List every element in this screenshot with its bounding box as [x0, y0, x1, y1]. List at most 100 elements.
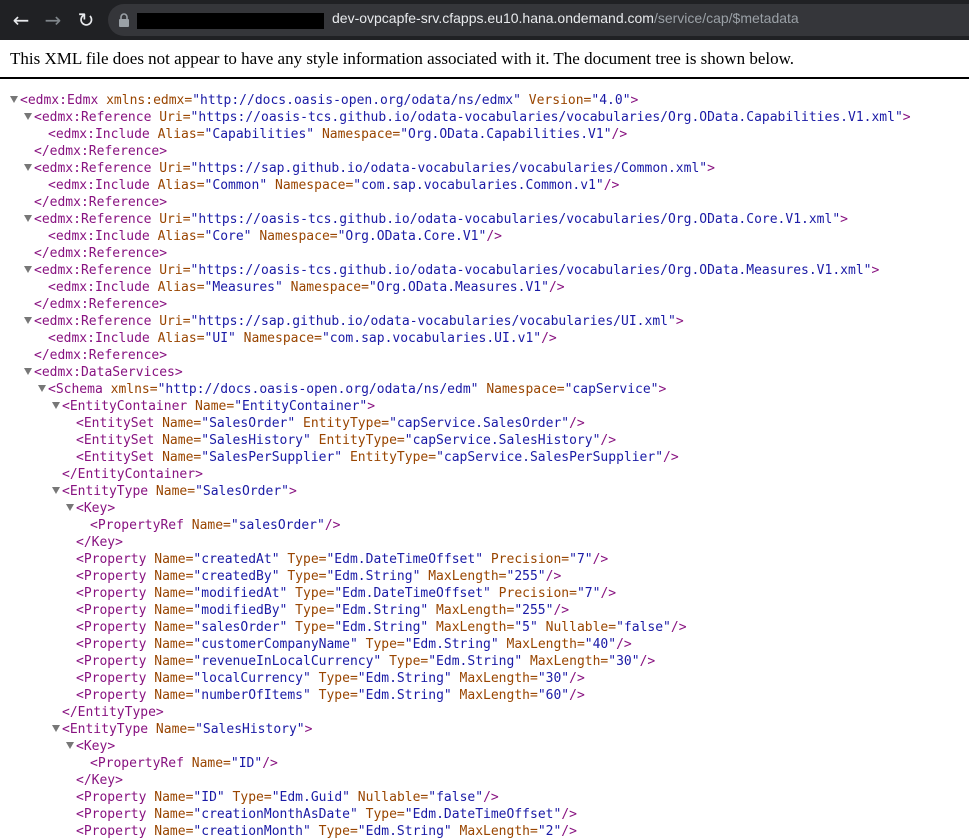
xml-tag-end: /> [553, 603, 570, 618]
collapse-triangle-icon[interactable] [24, 317, 32, 324]
collapse-triangle-icon[interactable] [24, 164, 32, 171]
xml-tag-end: /> [639, 654, 656, 669]
xml-tag-name: <PropertyRef [90, 756, 184, 771]
xml-tag-end: > [159, 297, 168, 312]
xml-line: <Property Name="numberOfItems" Type="Edm… [0, 687, 969, 704]
xml-line: </edmx:Reference> [0, 347, 969, 364]
back-arrow-icon[interactable]: ← [9, 8, 33, 32]
xml-attr-value: "Org.OData.Core.V1" [337, 229, 487, 244]
xml-attr-name: Type= [224, 790, 272, 805]
xml-attr-name: Type= [310, 824, 358, 839]
xml-line: <EntitySet Name="SalesPerSupplier" Entit… [0, 449, 969, 466]
collapse-triangle-icon[interactable] [66, 742, 74, 749]
collapse-triangle-icon[interactable] [24, 266, 32, 273]
xml-line: </Key> [0, 534, 969, 551]
xml-attr-value: "4.0" [591, 93, 631, 108]
xml-tag-end: > [630, 93, 639, 108]
xml-attr-name: xmlns:edmx= [98, 93, 193, 108]
xml-tag-end: /> [670, 620, 687, 635]
xml-line: <Property Name="salesOrder" Type="Edm.St… [0, 619, 969, 636]
lock-icon[interactable] [118, 13, 130, 27]
xml-tag-end: > [840, 212, 848, 227]
xml-attr-name: MaxLength= [451, 824, 538, 839]
xml-attr-value: "SalesPerSupplier" [201, 450, 343, 465]
collapse-triangle-icon[interactable] [52, 402, 60, 409]
xml-line: <Schema xmlns="http://docs.oasis-open.or… [0, 381, 969, 398]
xml-tag-name: <edmx:Include [48, 280, 150, 295]
xml-attr-value: "Edm.String" [428, 654, 523, 669]
xml-tag-name: <EntitySet [76, 450, 155, 465]
xml-attr-name: Namespace= [314, 127, 401, 142]
xml-attr-name: Uri= [151, 212, 191, 227]
xml-attr-value: "https://sap.github.io/odata-vocabularie… [190, 161, 708, 176]
xml-attr-name: Type= [357, 637, 405, 652]
xml-attr-name: Type= [310, 671, 358, 686]
xml-tag-name: <Property [76, 569, 147, 584]
xml-tag-name: <edmx:Reference [34, 212, 152, 227]
xml-attr-value: "Edm.DateTimeOffset" [404, 807, 562, 822]
xml-tag-name: </EntityType [62, 705, 156, 720]
collapse-triangle-icon[interactable] [38, 385, 46, 392]
xml-tag-end: /> [561, 807, 577, 822]
xml-tag-end: > [707, 161, 715, 176]
xml-tag-name: <edmx:DataServices [34, 365, 175, 380]
xml-tag-end: /> [616, 637, 632, 652]
reload-icon[interactable]: ↻ [74, 8, 98, 32]
xml-tag-end: > [159, 246, 168, 261]
xml-attr-value: "Org.OData.Measures.V1" [368, 280, 549, 295]
xml-attr-name: Type= [279, 552, 327, 567]
collapse-triangle-icon[interactable] [52, 487, 60, 494]
xml-line: <EntityContainer Name="EntityContainer"> [0, 398, 969, 415]
xml-line: </edmx:Reference> [0, 143, 969, 160]
xml-line: <Property Name="ID" Type="Edm.Guid" Null… [0, 789, 969, 806]
xml-attr-name: Name= [146, 654, 194, 669]
collapse-triangle-icon[interactable] [52, 725, 60, 732]
xml-line: </edmx:Reference> [0, 194, 969, 211]
xml-attr-name: MaxLength= [428, 603, 515, 618]
xml-attr-value: "2" [537, 824, 562, 839]
xml-line: <PropertyRef Name="salesOrder"/> [0, 517, 969, 534]
xml-attr-value: "7" [569, 552, 593, 567]
collapse-triangle-icon[interactable] [66, 504, 74, 511]
xml-tag-end: > [902, 110, 911, 125]
xml-tag-name: <edmx:Reference [34, 110, 152, 125]
xml-tag-end: > [115, 773, 123, 788]
collapse-triangle-icon[interactable] [10, 96, 18, 103]
xml-attr-name: Alias= [149, 127, 205, 142]
collapse-triangle-icon[interactable] [24, 113, 32, 120]
xml-tag-end: /> [569, 688, 585, 703]
xml-attr-name: Name= [154, 450, 202, 465]
xml-tag-name: </edmx:Reference [34, 195, 160, 210]
xml-line: <Property Name="createdAt" Type="Edm.Dat… [0, 551, 969, 568]
xml-line: </EntityType> [0, 704, 969, 721]
xml-line: <Property Name="creationMonth" Type="Edm… [0, 823, 969, 840]
xml-tag-end: > [115, 535, 123, 550]
forward-arrow-icon[interactable]: → [41, 8, 65, 32]
divider [0, 77, 969, 79]
xml-attr-name: Name= [146, 671, 194, 686]
xml-tag-end: /> [611, 127, 628, 142]
xml-attr-name: MaxLength= [451, 671, 538, 686]
collapse-triangle-icon[interactable] [24, 368, 32, 375]
xml-tag-end: /> [545, 569, 562, 584]
url-text[interactable]: dev-ovpcapfe-srv.cfapps.eu10.hana.ondema… [332, 10, 799, 26]
xml-tag-name: </edmx:Reference [34, 246, 160, 261]
xml-tag-end: > [304, 722, 313, 737]
xml-attr-value: "com.sap.vocabularies.Common.v1" [353, 178, 604, 193]
xml-line: <Key> [0, 738, 969, 755]
xml-attr-name: Nullable= [349, 790, 429, 805]
xml-line: <EntitySet Name="SalesOrder" EntityType=… [0, 415, 969, 432]
xml-tag-name: <Property [76, 688, 147, 703]
xml-attr-value: "capService" [564, 382, 659, 397]
xml-tag-name: </edmx:Reference [34, 297, 160, 312]
xml-attr-name: Namespace= [235, 331, 322, 346]
xml-attr-value: "https://sap.github.io/odata-vocabularie… [190, 314, 676, 329]
address-bar[interactable]: dev-ovpcapfe-srv.cfapps.eu10.hana.ondema… [108, 4, 969, 36]
xml-line: <Property Name="createdBy" Type="Edm.Str… [0, 568, 969, 585]
xml-tag-name: <edmx:Include [48, 331, 150, 346]
xml-tag-end: /> [262, 756, 278, 771]
collapse-triangle-icon[interactable] [24, 215, 32, 222]
xml-attr-value: "7" [576, 586, 601, 601]
xml-line: <edmx:Include Alias="Core" Namespace="Or… [0, 228, 969, 245]
xml-attr-name: Precision= [490, 586, 577, 601]
